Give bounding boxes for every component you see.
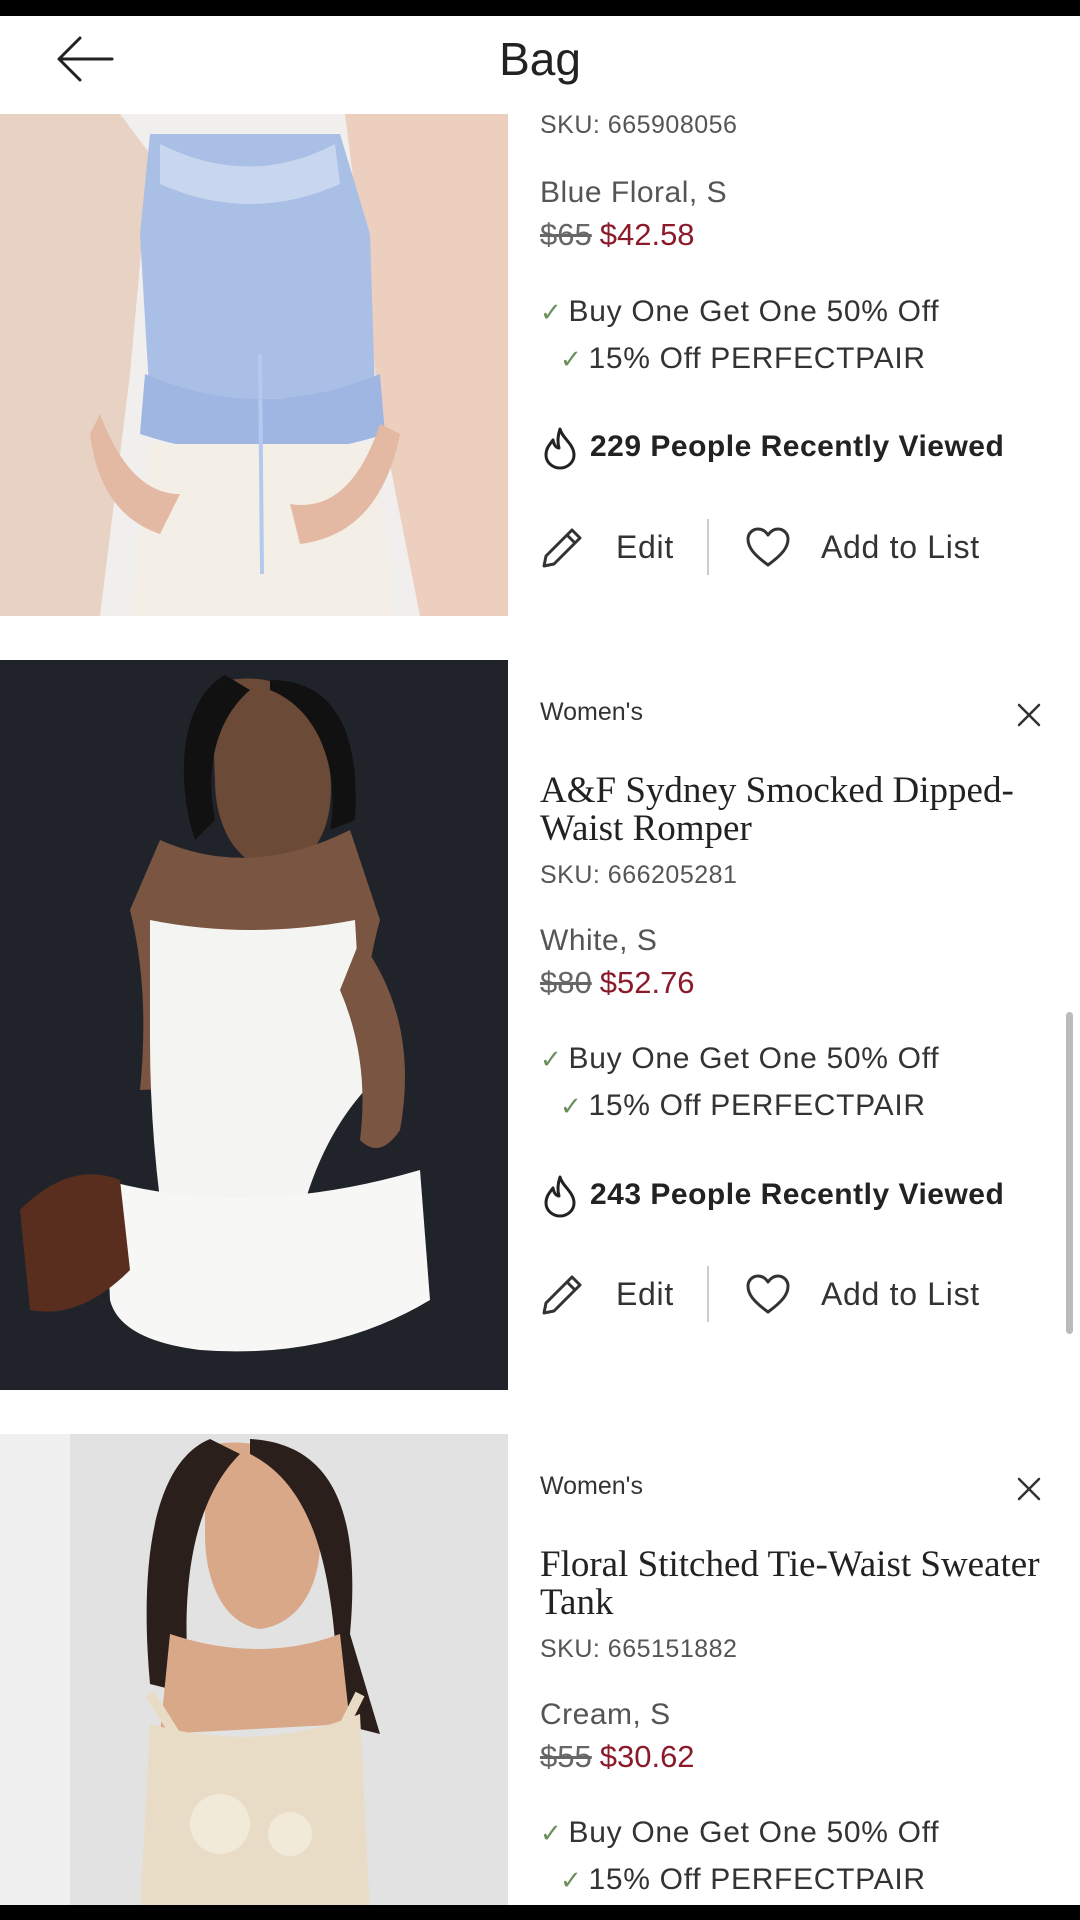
- check-icon: ✓: [560, 1865, 583, 1895]
- promo-line: ✓ 15% Off PERFECTPAIR: [560, 1863, 926, 1897]
- remove-item-button[interactable]: [1014, 1474, 1044, 1504]
- product-name[interactable]: A&F Sydney Smocked Dipped-Waist Romper: [540, 772, 1040, 848]
- pencil-icon: [542, 1275, 582, 1315]
- color-size-text: Blue Floral, S: [540, 176, 728, 209]
- promo-text: Buy One Get One 50% Off: [568, 1042, 940, 1075]
- bag-item-list[interactable]: SKU: 665908056 Blue Floral, S $65 $42.58 …: [0, 114, 1080, 1905]
- header: Bag: [0, 16, 1080, 114]
- promo-text: 15% Off PERFECTPAIR: [588, 1863, 926, 1896]
- item-actions: Edit Add to List: [540, 1266, 1060, 1322]
- recently-viewed-text: 243 People Recently Viewed: [590, 1177, 1005, 1211]
- original-price: $80: [540, 965, 592, 1000]
- remove-item-button[interactable]: [1014, 700, 1044, 730]
- promo-text: Buy One Get One 50% Off: [568, 1816, 940, 1849]
- sku-text: SKU: 665908056: [540, 114, 738, 139]
- check-icon: ✓: [540, 1044, 563, 1074]
- edit-label: Edit: [616, 528, 674, 565]
- product-image[interactable]: [0, 660, 508, 1390]
- product-name[interactable]: Floral Stitched Tie-Waist Sweater Tank: [540, 1546, 1040, 1622]
- status-bar: [0, 0, 1080, 16]
- recently-viewed-text: 229 People Recently Viewed: [590, 429, 1005, 463]
- sale-price: $30.62: [599, 1739, 695, 1774]
- original-price: $65: [540, 217, 592, 252]
- product-image[interactable]: [0, 114, 508, 616]
- check-icon: ✓: [540, 1818, 563, 1848]
- flame-icon: [544, 427, 576, 470]
- add-to-list-button[interactable]: Add to List: [745, 519, 980, 575]
- system-nav-bar: [0, 1905, 1080, 1920]
- add-to-list-label: Add to List: [821, 1275, 980, 1312]
- add-to-list-label: Add to List: [821, 528, 980, 565]
- original-price: $55: [540, 1739, 592, 1774]
- close-icon: [1017, 703, 1041, 727]
- edit-button[interactable]: Edit: [540, 1266, 674, 1322]
- price: $55 $30.62: [540, 1739, 695, 1775]
- promo-line: ✓ Buy One Get One 50% Off: [540, 1042, 939, 1076]
- add-to-list-button[interactable]: Add to List: [745, 1266, 980, 1322]
- promo-text: 15% Off PERFECTPAIR: [588, 1089, 926, 1122]
- scrollbar[interactable]: [1066, 1012, 1073, 1334]
- sale-price: $42.58: [599, 217, 695, 252]
- heart-icon: [746, 1274, 790, 1314]
- pencil-icon: [542, 528, 582, 568]
- color-size-text: White, S: [540, 924, 658, 957]
- promo-text: 15% Off PERFECTPAIR: [588, 342, 926, 375]
- category-label: Women's: [540, 698, 643, 726]
- promo-line: ✓ Buy One Get One 50% Off: [540, 1816, 939, 1850]
- product-image[interactable]: [0, 1434, 508, 1905]
- promo-line: ✓ Buy One Get One 50% Off: [540, 295, 939, 329]
- item-actions: Edit Add to List: [540, 519, 1060, 575]
- check-icon: ✓: [560, 1091, 583, 1121]
- close-icon: [1017, 1477, 1041, 1501]
- edit-label: Edit: [616, 1275, 674, 1312]
- check-icon: ✓: [540, 297, 563, 327]
- edit-button[interactable]: Edit: [540, 519, 674, 575]
- divider: [707, 1266, 709, 1322]
- price: $80 $52.76: [540, 965, 695, 1001]
- category-label: Women's: [540, 1472, 643, 1500]
- recently-viewed: 243 People Recently Viewed: [540, 1174, 1004, 1218]
- flame-icon: [544, 1175, 576, 1218]
- divider: [707, 519, 709, 575]
- check-icon: ✓: [560, 344, 583, 374]
- promo-line: ✓ 15% Off PERFECTPAIR: [560, 1089, 926, 1123]
- price: $65 $42.58: [540, 217, 695, 253]
- sku-text: SKU: 665151882: [540, 1635, 738, 1663]
- sku-text: SKU: 666205281: [540, 861, 738, 889]
- promo-line: ✓ 15% Off PERFECTPAIR: [560, 342, 926, 376]
- recently-viewed: 229 People Recently Viewed: [540, 426, 1004, 470]
- heart-icon: [746, 527, 790, 567]
- sale-price: $52.76: [599, 965, 695, 1000]
- color-size-text: Cream, S: [540, 1698, 671, 1731]
- promo-text: Buy One Get One 50% Off: [568, 295, 940, 328]
- page-title: Bag: [499, 33, 581, 85]
